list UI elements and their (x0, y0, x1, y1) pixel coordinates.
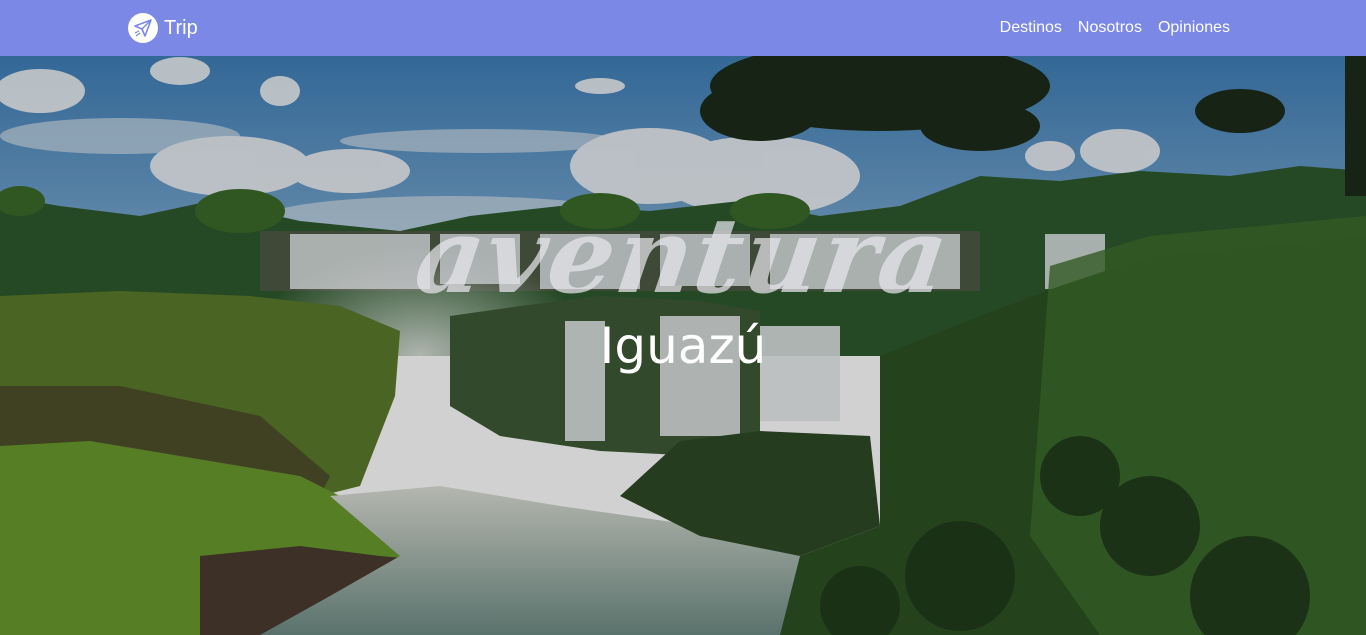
brand-name: Trip (164, 16, 198, 39)
hero-heading: aventura Iguazú (0, 194, 1366, 376)
main-nav: Destinos Nosotros Opiniones (1000, 19, 1230, 37)
nav-link-nosotros[interactable]: Nosotros (1078, 19, 1142, 37)
hero-section: aventura Iguazú (0, 56, 1366, 635)
nav-link-opiniones[interactable]: Opiniones (1158, 19, 1230, 37)
hero-script-title: aventura (408, 194, 958, 317)
nav-link-destinos[interactable]: Destinos (1000, 19, 1062, 37)
brand-link[interactable]: Trip (128, 13, 198, 43)
paper-plane-icon (128, 13, 158, 43)
navbar: Trip Destinos Nosotros Opiniones (0, 0, 1366, 56)
hero-subtitle: Iguazú (599, 317, 767, 375)
